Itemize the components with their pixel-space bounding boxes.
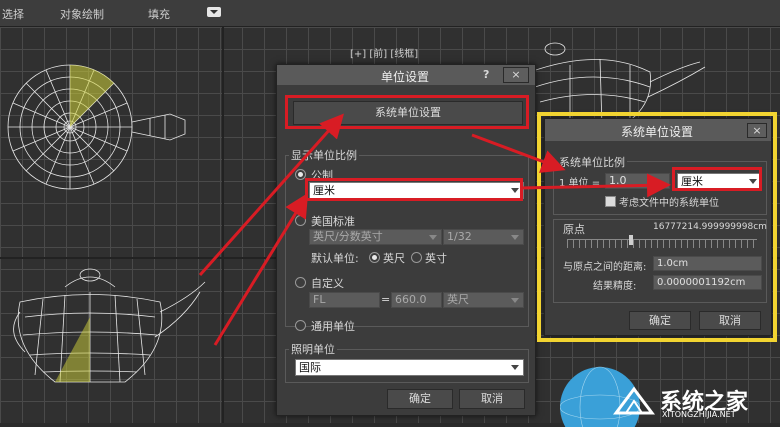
watermark-logo-icon — [612, 385, 656, 419]
annotation-arrows — [198, 113, 671, 346]
watermark-url: XITONGZHIJIA.NET — [662, 410, 736, 419]
